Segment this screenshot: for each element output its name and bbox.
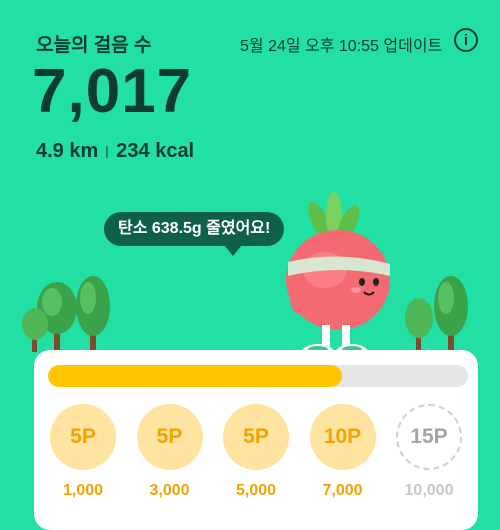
point-coin-icon[interactable]: 5P [136,404,203,470]
point-coin-icon[interactable]: 5P [223,404,289,470]
reward-item[interactable]: 5P 3,000 [135,404,205,500]
info-icon[interactable]: i [454,28,478,52]
reward-item[interactable]: 5P 1,000 [48,404,118,500]
reward-goal: 7,000 [322,482,363,499]
tree-icon [76,276,110,354]
update-timestamp: 5월 24일 오후 10:55 업데이트 [240,38,443,55]
reward-goal: 10,000 [404,482,454,499]
reward-item-locked: 15P 10,000 [394,404,464,500]
step-count: 7,017 [32,57,193,126]
reward-item[interactable]: 10P 7,000 [308,404,378,500]
step-progress-fill [48,365,342,387]
point-coin-icon[interactable]: 10P [309,404,376,470]
tree-icon [22,308,48,352]
activity-stats: 4.9 km 234 kcal [36,140,194,163]
carbon-saved-bubble: 탄소 638.5g 줄였어요! [104,212,285,256]
reward-goal: 5,000 [235,482,277,499]
point-coin-icon: 15P [396,404,462,470]
stats-divider [106,145,109,158]
tree-icon [434,276,468,354]
calories-value: 234 kcal [116,140,195,162]
distance-value: 4.9 km [36,140,99,162]
reward-goal: 3,000 [149,482,190,499]
radish-character-icon [286,192,390,360]
tree-icon [405,298,433,352]
page-title: 오늘의 걸음 수 [36,35,152,56]
reward-list: 5P 1,000 5P 3,000 5P 5,000 10P 7,000 15P… [48,404,464,500]
step-progress-bar [48,365,468,387]
reward-item[interactable]: 5P 5,000 [221,404,291,500]
point-coin-icon[interactable]: 5P [50,404,116,470]
reward-goal: 1,000 [62,482,104,499]
